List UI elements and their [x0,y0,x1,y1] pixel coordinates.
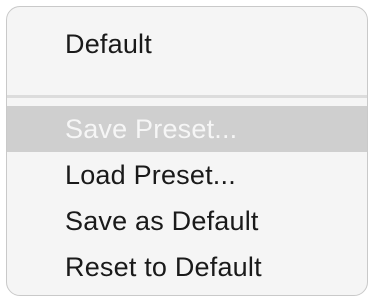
menu-item-load-preset[interactable]: Load Preset... [7,152,367,198]
menu-separator [7,95,367,98]
preset-context-menu: Default Save Preset... Load Preset... Sa… [6,6,368,296]
menu-item-reset-to-default[interactable]: Reset to Default [7,244,367,290]
menu-item-save-as-default[interactable]: Save as Default [7,198,367,244]
menu-item-save-preset[interactable]: Save Preset... [7,106,367,152]
menu-item-default[interactable]: Default [7,21,367,67]
